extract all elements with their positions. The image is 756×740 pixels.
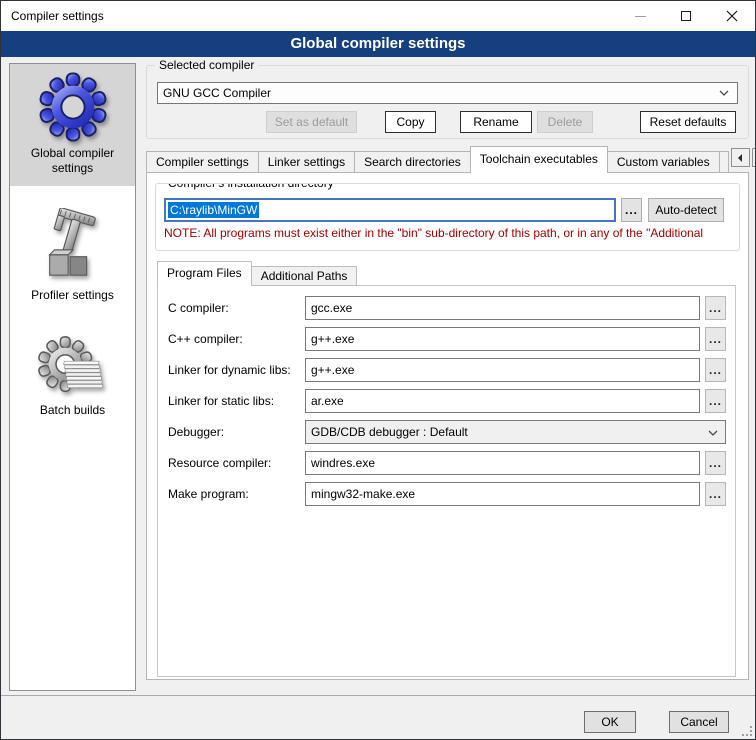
field-label: C++ compiler:: [168, 327, 305, 351]
compiler-select[interactable]: GNU GCC Compiler: [157, 82, 738, 104]
sidebar-item-batch-builds[interactable]: Batch builds: [10, 327, 135, 428]
field-row-cpp-compiler: C++ compiler: g++.exe ...: [168, 327, 726, 351]
footer-buttons: OK Cancel: [584, 711, 729, 733]
browse-directory-button[interactable]: ...: [621, 198, 642, 222]
cancel-button[interactable]: Cancel: [669, 711, 729, 733]
field-row-make-program: Make program: mingw32-make.exe ...: [168, 482, 726, 506]
window-title: Compiler settings: [1, 9, 104, 23]
compiler-select-value: GNU GCC Compiler: [163, 86, 719, 100]
browse-button[interactable]: ...: [705, 389, 726, 413]
field-label: Debugger:: [168, 420, 305, 444]
tab-linker-settings[interactable]: Linker settings: [258, 151, 355, 173]
field-label: C compiler:: [168, 296, 305, 320]
resize-grip[interactable]: [742, 726, 752, 736]
auto-detect-button[interactable]: Auto-detect: [648, 198, 724, 222]
installation-directory-row: C:\raylib\MinGW ... Auto-detect: [164, 198, 725, 222]
window-controls: [617, 1, 755, 31]
browse-button[interactable]: ...: [705, 327, 726, 351]
tab-scroll-left-button[interactable]: [731, 148, 750, 167]
close-button[interactable]: [709, 1, 755, 31]
tab-scroll-right-button[interactable]: [752, 148, 756, 167]
dialog-body: Global compiler settings: [1, 57, 755, 740]
settings-sidebar: Global compiler settings: [9, 63, 136, 691]
ok-button[interactable]: OK: [584, 711, 636, 733]
tab-compiler-settings[interactable]: Compiler settings: [146, 151, 259, 173]
compiler-buttons-row: Set as default Copy Rename Delete Reset …: [157, 111, 738, 133]
page-title: Global compiler settings: [1, 31, 755, 57]
main-content: Selected compiler GNU GCC Compiler Set a…: [146, 65, 749, 680]
selected-compiler-group: Selected compiler GNU GCC Compiler Set a…: [146, 65, 749, 139]
sidebar-item-global-compiler-settings[interactable]: Global compiler settings: [10, 64, 135, 186]
blue-gear-icon: [38, 72, 108, 142]
make-program-input[interactable]: mingw32-make.exe: [305, 482, 700, 506]
sidebar-item-label: Global compiler settings: [16, 146, 129, 176]
debugger-select-value: GDB/CDB debugger : Default: [311, 425, 468, 439]
titlebar: Compiler settings: [1, 1, 755, 31]
field-row-linker-dynamic: Linker for dynamic libs: g++.exe ...: [168, 358, 726, 382]
chevron-down-icon: [719, 90, 729, 96]
tab-scroll-buttons: [729, 148, 756, 167]
browse-button[interactable]: ...: [705, 358, 726, 382]
browse-button[interactable]: ...: [705, 296, 726, 320]
close-icon: [726, 10, 738, 22]
program-files-tabstrip: Program Files Additional Paths: [157, 261, 748, 286]
sidebar-item-profiler-settings[interactable]: Profiler settings: [10, 200, 135, 313]
field-row-c-compiler: C compiler: gcc.exe ...: [168, 296, 726, 320]
tab-additional-paths[interactable]: Additional Paths: [251, 266, 358, 286]
delete-button: Delete: [537, 111, 593, 133]
tab-program-files[interactable]: Program Files: [157, 261, 252, 286]
copy-button[interactable]: Copy: [385, 111, 436, 133]
field-label: Linker for static libs:: [168, 389, 305, 413]
maximize-icon: [681, 11, 691, 21]
footer-separator: [1, 695, 756, 696]
compiler-settings-dialog: Compiler settings Global compiler settin…: [0, 0, 756, 740]
linker-static-input[interactable]: ar.exe: [305, 389, 700, 413]
group-label: Selected compiler: [155, 58, 258, 72]
selected-text: C:\raylib\MinGW: [168, 202, 259, 218]
tab-build-options[interactable]: Build options: [719, 151, 729, 173]
minimize-icon: [635, 16, 646, 17]
chevron-down-icon: [708, 430, 718, 436]
sidebar-item-label: Batch builds: [40, 403, 105, 418]
cpp-compiler-input[interactable]: g++.exe: [305, 327, 700, 351]
caliper-icon: [38, 208, 108, 284]
installation-directory-input[interactable]: C:\raylib\MinGW: [164, 198, 616, 222]
rename-button[interactable]: Rename: [460, 111, 532, 133]
minimize-button[interactable]: [617, 1, 663, 31]
field-row-debugger: Debugger: GDB/CDB debugger : Default: [168, 420, 726, 444]
maximize-button[interactable]: [663, 1, 709, 31]
c-compiler-input[interactable]: gcc.exe: [305, 296, 700, 320]
resource-compiler-input[interactable]: windres.exe: [305, 451, 700, 475]
set-as-default-button: Set as default: [266, 111, 357, 133]
gray-gear-papers-icon: [38, 335, 108, 399]
browse-button[interactable]: ...: [705, 451, 726, 475]
toolchain-executables-panel: Compiler's installation directory C:\ray…: [146, 172, 749, 680]
tab-custom-variables[interactable]: Custom variables: [607, 151, 720, 173]
tab-search-directories[interactable]: Search directories: [354, 151, 471, 173]
reset-defaults-button[interactable]: Reset defaults: [640, 111, 736, 133]
note-text: NOTE: All programs must exist either in …: [164, 226, 725, 240]
settings-tabstrip: Compiler settings Linker settings Search…: [146, 146, 749, 173]
debugger-select[interactable]: GDB/CDB debugger : Default: [305, 420, 726, 444]
field-row-linker-static: Linker for static libs: ar.exe ...: [168, 389, 726, 413]
browse-button[interactable]: ...: [705, 482, 726, 506]
sidebar-item-label: Profiler settings: [31, 288, 114, 303]
arrow-left-icon: [737, 154, 743, 162]
group-label: Compiler's installation directory: [164, 183, 338, 190]
field-row-resource-compiler: Resource compiler: windres.exe ...: [168, 451, 726, 475]
program-files-panel: C compiler: gcc.exe ... C++ compiler: g+…: [157, 285, 736, 677]
tab-toolchain-executables[interactable]: Toolchain executables: [470, 146, 608, 173]
field-label: Make program:: [168, 482, 305, 506]
field-label: Linker for dynamic libs:: [168, 358, 305, 382]
linker-dynamic-input[interactable]: g++.exe: [305, 358, 700, 382]
field-label: Resource compiler:: [168, 451, 305, 475]
installation-directory-group: Compiler's installation directory C:\ray…: [155, 183, 740, 251]
